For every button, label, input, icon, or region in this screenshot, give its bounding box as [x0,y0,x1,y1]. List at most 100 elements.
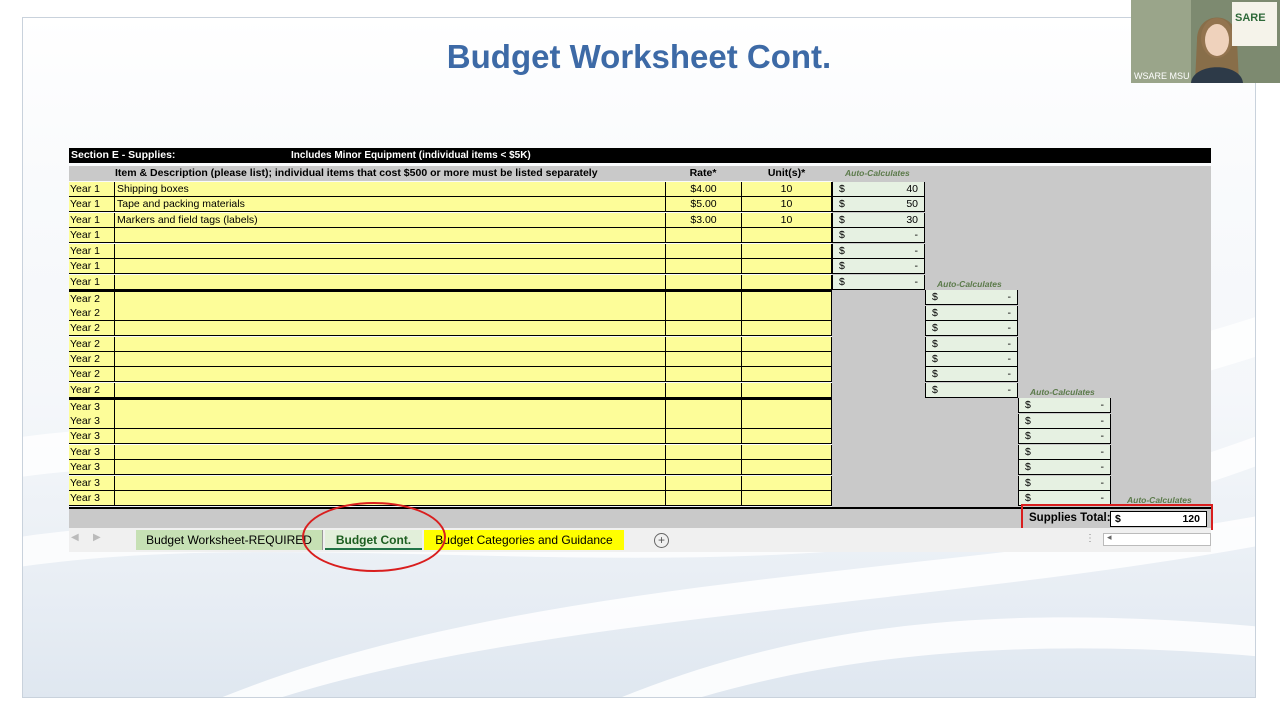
year-cell[interactable]: Year 2 [69,321,114,337]
units-cell[interactable] [741,305,832,321]
auto-calc-cell: $ - [1018,444,1111,460]
year-cell[interactable]: Year 2 [69,351,114,367]
item-description-cell[interactable] [114,351,665,367]
auto-calc-cell: $ - [832,243,925,259]
rate-cell[interactable] [665,259,741,275]
item-description-cell[interactable] [114,228,665,244]
units-cell[interactable] [741,274,832,290]
auto-calc-cell: $ - [925,351,1018,367]
scroll-left-icon[interactable]: ◀ [71,532,79,543]
units-cell[interactable] [741,259,832,275]
table-row: Year 3 [69,413,832,429]
scrollbar-left-arrow-icon[interactable]: ◂ [1107,532,1112,543]
rate-cell[interactable] [665,491,741,506]
year-cell[interactable]: Year 1 [69,228,114,244]
year-cell[interactable]: Year 3 [69,460,114,476]
calc-dollar-sign: $ [932,383,938,396]
year-cell[interactable]: Year 3 [69,475,114,491]
item-description-cell[interactable] [114,321,665,337]
units-cell[interactable] [741,429,832,445]
item-description-cell[interactable] [114,444,665,460]
item-description-cell[interactable] [114,274,665,290]
item-description-cell[interactable]: Markers and field tags (labels) [114,212,665,228]
year-cell[interactable]: Year 3 [69,429,114,445]
item-description-cell[interactable] [114,336,665,352]
units-cell[interactable] [741,228,832,244]
add-sheet-icon[interactable]: + [654,533,669,548]
table-row: Year 1 Shipping boxes $4.00 10 [69,182,832,197]
units-cell[interactable] [741,382,832,398]
rate-cell[interactable] [665,475,741,491]
rate-cell[interactable] [665,243,741,259]
horizontal-scrollbar[interactable]: ◂ [1103,532,1211,546]
rate-cell[interactable]: $5.00 [665,197,741,213]
rate-cell[interactable] [665,444,741,460]
units-cell[interactable] [741,444,832,460]
units-cell[interactable] [741,351,832,367]
auto-calc-label-year1: Auto-Calculates [845,168,910,178]
calc-dollar-sign: $ [1025,461,1031,474]
item-description-cell[interactable] [114,243,665,259]
rate-cell[interactable] [665,336,741,352]
year-cell[interactable]: Year 1 [69,212,114,228]
scroll-right-icon[interactable]: ▶ [93,532,101,543]
rate-cell[interactable]: $3.00 [665,212,741,228]
units-cell[interactable] [741,475,832,491]
rate-cell[interactable] [665,274,741,290]
item-description-cell[interactable] [114,475,665,491]
year-cell[interactable]: Year 2 [69,367,114,383]
tab-budget-categories-guidance[interactable]: Budget Categories and Guidance [424,530,624,550]
item-description-cell[interactable] [114,367,665,383]
tab-budget-worksheet-required[interactable]: Budget Worksheet-REQUIRED [136,530,323,550]
units-cell[interactable]: 10 [741,197,832,213]
calc-dollar-sign: $ [1025,399,1031,412]
tab-split-handle-icon[interactable]: ⋮ [1085,533,1095,544]
item-description-cell[interactable] [114,305,665,321]
year-cell[interactable]: Year 1 [69,182,114,197]
year-cell[interactable]: Year 2 [69,336,114,352]
item-description-cell[interactable] [114,429,665,445]
year-cell[interactable]: Year 3 [69,413,114,429]
rate-cell[interactable] [665,460,741,476]
units-cell[interactable]: 10 [741,182,832,197]
auto-calc-cell: $ - [925,290,1018,306]
units-cell[interactable] [741,367,832,383]
year-cell[interactable]: Year 1 [69,197,114,213]
calc-amount: - [1007,291,1012,304]
calc-dollar-sign: $ [839,183,845,195]
item-description-cell[interactable] [114,460,665,476]
rate-cell[interactable] [665,305,741,321]
auto-calc-cell: $ - [1018,429,1111,445]
units-cell[interactable] [741,491,832,506]
rate-cell[interactable] [665,367,741,383]
rate-cell[interactable] [665,321,741,337]
auto-calc-cell: $ - [1018,475,1111,491]
item-description-cell[interactable]: Tape and packing materials [114,197,665,213]
rate-cell[interactable] [665,351,741,367]
year-cell[interactable]: Year 3 [69,444,114,460]
rate-cell[interactable] [665,429,741,445]
year-cell[interactable]: Year 1 [69,243,114,259]
units-cell[interactable]: 10 [741,212,832,228]
item-description-cell[interactable] [114,259,665,275]
units-cell[interactable] [741,413,832,429]
auto-calc-cell: $ - [925,367,1018,383]
units-cell[interactable] [741,243,832,259]
rate-cell[interactable] [665,413,741,429]
rate-cell[interactable]: $4.00 [665,182,741,197]
rate-cell[interactable] [665,382,741,398]
year-cell[interactable]: Year 2 [69,305,114,321]
calc-dollar-sign: $ [839,229,845,242]
item-description-cell[interactable] [114,413,665,429]
units-cell[interactable] [741,336,832,352]
item-description-cell[interactable]: Shipping boxes [114,182,665,197]
year-cell[interactable]: Year 2 [69,382,114,398]
year-cell[interactable]: Year 3 [69,491,114,506]
col-rate-header: Rate* [689,167,717,179]
year-cell[interactable]: Year 1 [69,274,114,290]
units-cell[interactable] [741,460,832,476]
year-cell[interactable]: Year 1 [69,259,114,275]
units-cell[interactable] [741,321,832,337]
item-description-cell[interactable] [114,382,665,398]
rate-cell[interactable] [665,228,741,244]
